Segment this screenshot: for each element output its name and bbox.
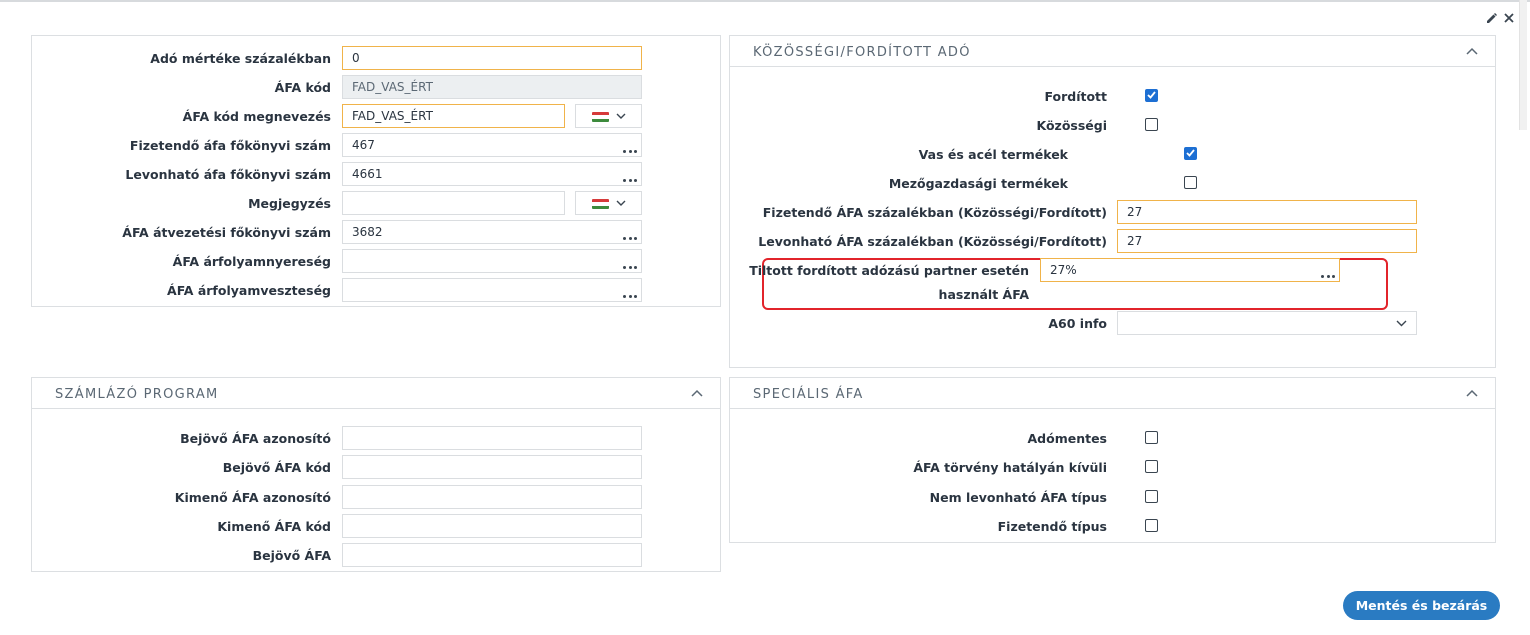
- language-select[interactable]: [575, 191, 642, 215]
- kozossegi-panel: Közösségi/Fordított adó Fordított Közöss…: [729, 35, 1496, 368]
- vas-acel-label: Vas és acél termékek: [918, 147, 1068, 162]
- afa-kod-input: FAD_VAS_ÉRT: [342, 75, 642, 99]
- kozossegi-panel-header[interactable]: Közösségi/Fordított adó: [730, 36, 1495, 67]
- chevron-up-icon[interactable]: [1466, 46, 1478, 56]
- megjegyzes-input[interactable]: [342, 191, 565, 215]
- fizetendo-tipus-label: Fizetendő típus: [997, 519, 1107, 534]
- tiltott-label-line2: használt ÁFA: [938, 287, 1029, 302]
- bejovo-azonosito-input[interactable]: [342, 426, 642, 450]
- mezogazdasagi-label: Mezőgazdasági termékek: [888, 176, 1068, 191]
- arfolyamnyereseg-input[interactable]: [342, 249, 642, 273]
- ado-merteke-label: Adó mértéke százalékban: [150, 51, 331, 66]
- scrollbar[interactable]: [1519, 0, 1527, 130]
- megjegyzes-label: Megjegyzés: [248, 196, 331, 211]
- bejovo-afa-input[interactable]: [342, 543, 642, 567]
- specialis-panel-header[interactable]: Speciális ÁFA: [730, 378, 1495, 409]
- kimeno-kod-label: Kimenő ÁFA kód: [217, 519, 331, 534]
- chevron-down-icon: [616, 113, 626, 119]
- kozossegi-panel-title: Közösségi/Fordított adó: [753, 45, 971, 60]
- atvezetesi-fokonyv-input[interactable]: 3682: [342, 220, 642, 244]
- pencil-icon[interactable]: [1484, 11, 1498, 25]
- ellipsis-icon[interactable]: [623, 178, 637, 182]
- tiltott-label-line1: Tiltott fordított adózású partner esetén: [749, 263, 1029, 278]
- kimeno-azonosito-input[interactable]: [342, 485, 642, 509]
- torveny-kivuli-label: ÁFA törvény hatályán kívüli: [913, 460, 1107, 475]
- arfolyamveszteseg-label: ÁFA árfolyamveszteség: [167, 283, 331, 298]
- hungarian-flag-icon: [592, 199, 609, 209]
- kimeno-azonosito-label: Kimenő ÁFA azonosító: [174, 490, 331, 505]
- ado-merteke-input[interactable]: 0: [342, 46, 642, 70]
- levonhato-fokonyv-value: 4661: [352, 167, 383, 181]
- window-top-border: [0, 0, 1530, 2]
- arfolyamveszteseg-input[interactable]: [342, 278, 642, 302]
- levonhato-szazalek-input[interactable]: 27: [1117, 229, 1417, 253]
- hungarian-flag-icon: [592, 112, 609, 122]
- kozossegi-label: Közösségi: [1036, 118, 1107, 133]
- levonhato-fokonyv-input[interactable]: 4661: [342, 162, 642, 186]
- window-actions: [1484, 11, 1516, 25]
- bejovo-azonosito-label: Bejövő ÁFA azonosító: [180, 431, 331, 446]
- chevron-up-icon[interactable]: [1466, 388, 1478, 398]
- kozossegi-checkbox[interactable]: [1145, 118, 1158, 131]
- afa-kod-label: ÁFA kód: [274, 80, 331, 95]
- forditott-label: Fordított: [1044, 89, 1107, 104]
- adomentes-label: Adómentes: [1027, 431, 1107, 446]
- kimeno-kod-input[interactable]: [342, 514, 642, 538]
- fizetendo-szazalek-input[interactable]: 27: [1117, 200, 1417, 224]
- ellipsis-icon[interactable]: [1321, 274, 1335, 278]
- chevron-up-icon[interactable]: [691, 388, 703, 398]
- atvezetesi-fokonyv-label: ÁFA átvezetési főkönyvi szám: [122, 225, 331, 240]
- forditott-checkbox[interactable]: [1145, 89, 1158, 102]
- arfolyamnyereseg-label: ÁFA árfolyamnyereség: [172, 254, 331, 269]
- a60-label: A60 info: [1048, 316, 1107, 331]
- fizetendo-szazalek-label: Fizetendő ÁFA százalékban (Közösségi/For…: [762, 205, 1107, 220]
- ellipsis-icon[interactable]: [623, 149, 637, 153]
- fizetendo-fokonyv-label: Fizetendő áfa főkönyvi szám: [129, 138, 331, 153]
- chevron-down-icon: [1396, 320, 1407, 327]
- szamlazo-panel-title: Számlázó program: [55, 387, 219, 402]
- atvezetesi-fokonyv-value: 3682: [352, 225, 383, 239]
- main-form-panel: Adó mértéke százalékban 0 ÁFA kód FAD_VA…: [31, 35, 721, 307]
- bejovo-kod-label: Bejövő ÁFA kód: [222, 460, 331, 475]
- close-icon[interactable]: [1502, 11, 1516, 25]
- levonhato-fokonyv-label: Levonható áfa főkönyvi szám: [125, 167, 331, 182]
- language-select[interactable]: [575, 104, 642, 128]
- szamlazo-panel: Számlázó program Bejövő ÁFA azonosító Be…: [31, 377, 721, 572]
- specialis-panel: Speciális ÁFA Adómentes ÁFA törvény hatá…: [729, 377, 1496, 543]
- vas-acel-checkbox[interactable]: [1184, 147, 1197, 160]
- fizetendo-fokonyv-input[interactable]: 467: [342, 133, 642, 157]
- mezogazdasagi-checkbox[interactable]: [1184, 176, 1197, 189]
- checkmark-icon: [1147, 91, 1156, 99]
- ellipsis-icon[interactable]: [623, 294, 637, 298]
- specialis-panel-title: Speciális ÁFA: [753, 387, 864, 402]
- nem-levonhato-checkbox[interactable]: [1145, 490, 1158, 503]
- afa-kod-megnevezes-label: ÁFA kód megnevezés: [182, 109, 331, 124]
- fizetendo-tipus-checkbox[interactable]: [1145, 519, 1158, 532]
- torveny-kivuli-checkbox[interactable]: [1145, 460, 1158, 473]
- tiltott-input[interactable]: 27%: [1040, 258, 1340, 282]
- checkmark-icon: [1186, 149, 1195, 157]
- szamlazo-panel-header[interactable]: Számlázó program: [32, 378, 720, 409]
- levonhato-szazalek-label: Levonható ÁFA százalékban (Közösségi/For…: [758, 234, 1107, 249]
- save-and-close-button[interactable]: Mentés és bezárás: [1343, 591, 1500, 620]
- nem-levonhato-label: Nem levonható ÁFA típus: [929, 490, 1107, 505]
- ellipsis-icon[interactable]: [623, 265, 637, 269]
- chevron-down-icon: [616, 200, 626, 206]
- fizetendo-fokonyv-value: 467: [352, 138, 375, 152]
- bejovo-kod-input[interactable]: [342, 455, 642, 479]
- tiltott-value: 27%: [1050, 263, 1077, 277]
- bejovo-afa-label: Bejövő ÁFA: [252, 548, 331, 563]
- ellipsis-icon[interactable]: [623, 236, 637, 240]
- adomentes-checkbox[interactable]: [1145, 431, 1158, 444]
- afa-kod-megnevezes-input[interactable]: FAD_VAS_ÉRT: [342, 104, 565, 128]
- a60-select[interactable]: [1117, 311, 1417, 335]
